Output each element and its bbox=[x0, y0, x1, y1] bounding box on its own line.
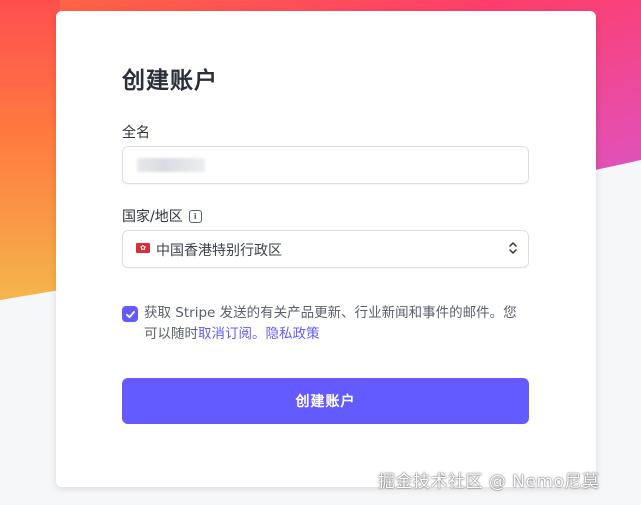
country-label: 国家/地区 i bbox=[122, 206, 202, 226]
full-name-label: 全名 bbox=[122, 125, 150, 141]
unsubscribe-link[interactable]: 取消订阅。 bbox=[198, 326, 266, 342]
info-icon[interactable]: i bbox=[188, 209, 202, 223]
country-select-value: 中国香港特别行政区 bbox=[156, 243, 282, 259]
hong-kong-flag-icon: ✿ bbox=[136, 243, 150, 253]
full-name-value: ••••••• bbox=[137, 158, 205, 172]
page-title: 创建账户 bbox=[122, 68, 218, 94]
create-account-button[interactable]: 创建账户 bbox=[122, 378, 529, 424]
country-label-text: 国家/地区 bbox=[122, 209, 183, 225]
chevron-up-down-icon bbox=[508, 239, 518, 257]
background-gradient-left bbox=[0, 0, 60, 300]
check-icon bbox=[125, 310, 135, 318]
full-name-input[interactable]: ••••••• bbox=[122, 146, 529, 184]
country-select[interactable]: ✿ 中国香港特别行政区 bbox=[122, 230, 529, 268]
consent-text: 获取 Stripe 发送的有关产品更新、行业新闻和事件的邮件。您可以随时取消订阅… bbox=[144, 303, 529, 345]
watermark: 掘金技术社区 @ Nemo尼莫 bbox=[378, 472, 600, 492]
signup-card: 创建账户 全名 ••••••• 国家/地区 i ✿ 中国香港特别行政区 获取 S… bbox=[56, 11, 596, 487]
privacy-policy-link[interactable]: 隐私政策 bbox=[266, 326, 320, 342]
consent-checkbox[interactable] bbox=[122, 306, 138, 322]
